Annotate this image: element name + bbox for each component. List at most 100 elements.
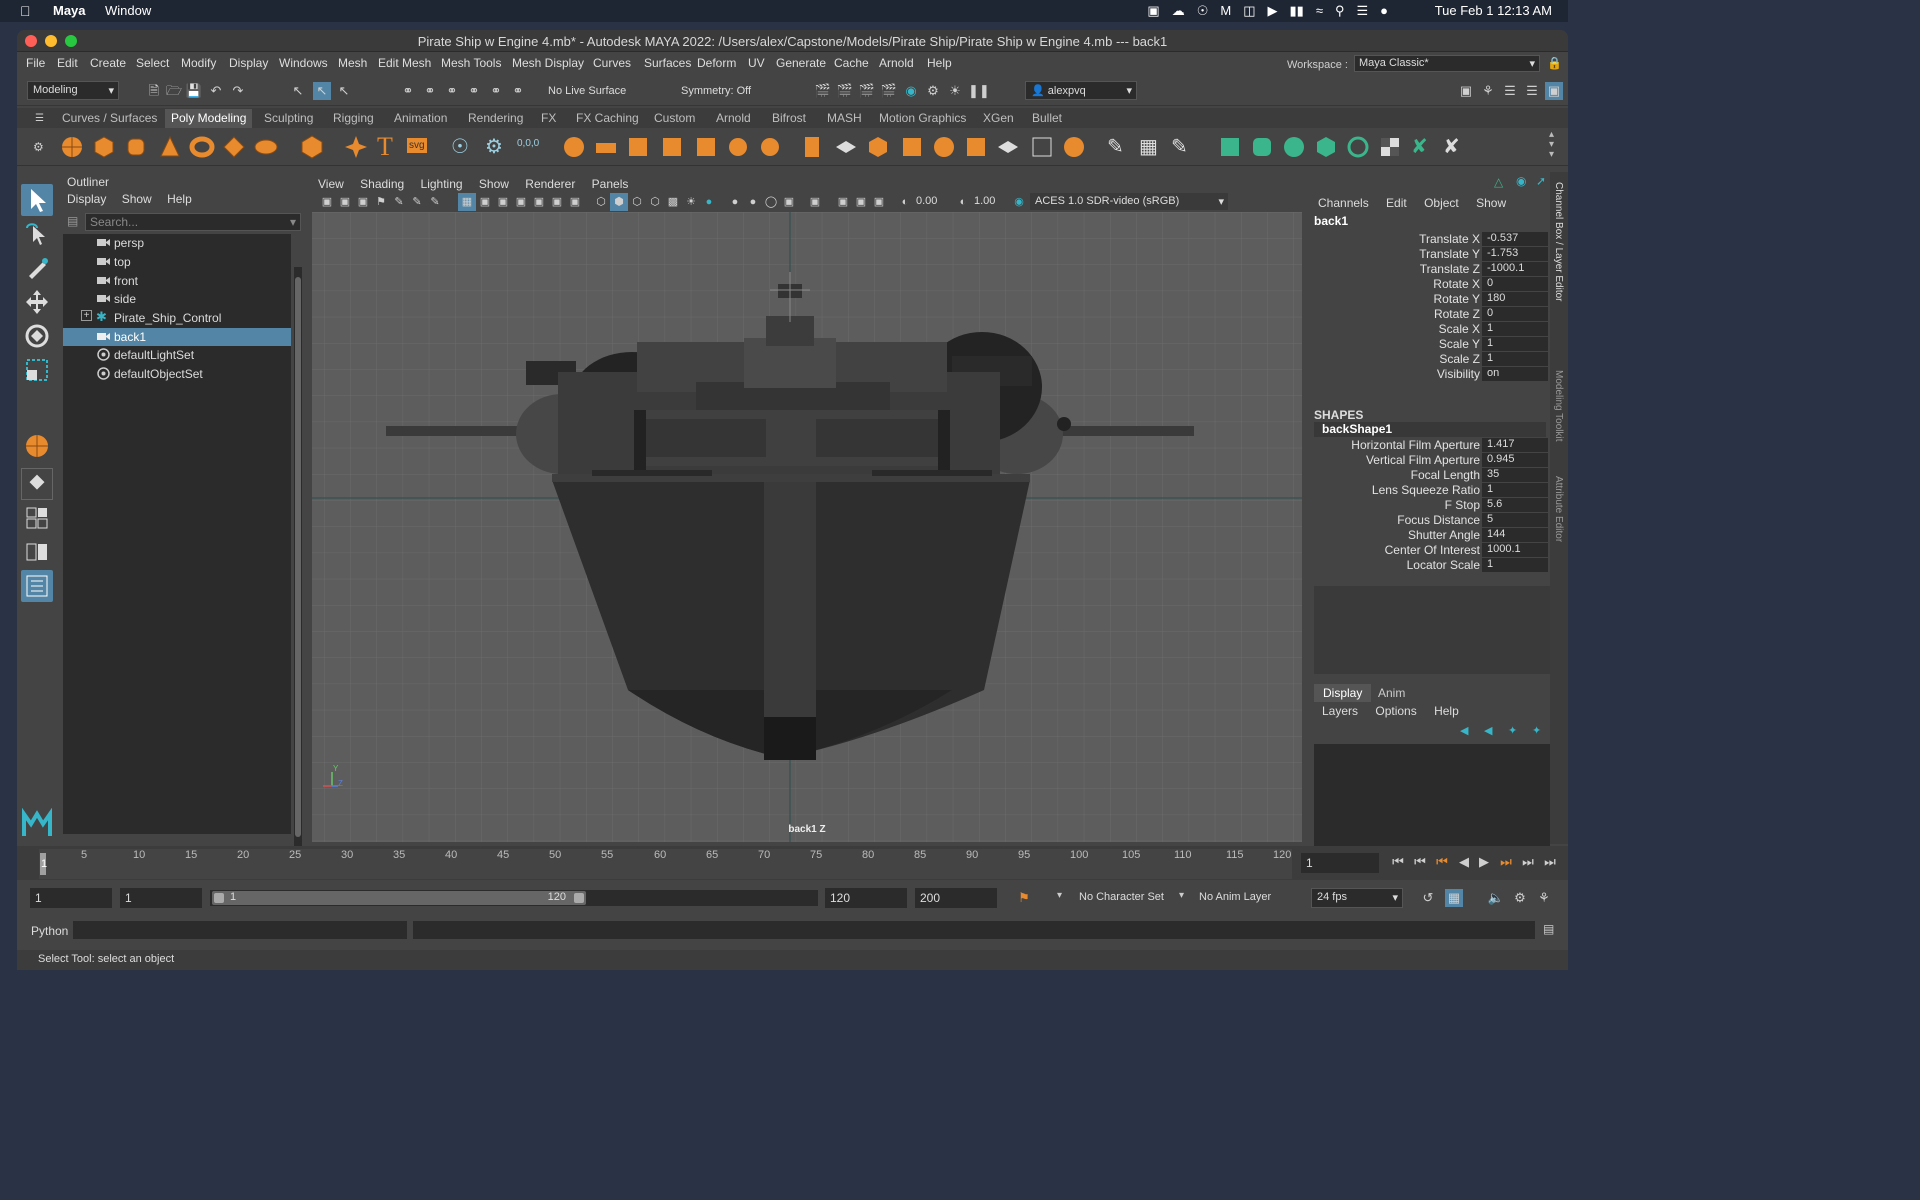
use-all-lights-icon[interactable]: ☀ [682,193,700,211]
step-forward-key-icon[interactable]: ⏭ [1519,853,1537,871]
select-tool-icon[interactable] [21,184,53,216]
attr-row-rotate-z[interactable]: Rotate Z0 [1310,307,1550,322]
extract-icon[interactable] [1061,134,1087,160]
select-component-icon[interactable]: ↖ [335,82,353,100]
outliner-item-pirate-ship-control[interactable]: + ✱ Pirate_Ship_Control [63,309,291,327]
pencil-icon[interactable]: ✎ [426,193,444,211]
uv-sew-icon[interactable]: ✘ [1443,134,1460,159]
script-editor-icon[interactable]: ▤ [1543,922,1554,936]
shape-attr-row[interactable]: Horizontal Film Aperture 1.417 [1310,438,1550,453]
character-icon[interactable]: ⚘ [1535,889,1553,907]
outliner-vertical-scrollbar[interactable] [294,267,302,849]
xray-joints-icon[interactable]: ▣ [834,193,852,211]
shape-attr-row[interactable]: Locator Scale 1 [1310,558,1550,573]
tab-mash[interactable]: MASH [827,111,862,125]
svg-icon[interactable]: svg [407,138,427,153]
move-layer-up-icon[interactable]: ◀ [1460,724,1468,737]
shape-attr-row[interactable]: Vertical Film Aperture 0.945 [1310,453,1550,468]
playback-end-field[interactable]: 120 [825,888,907,908]
sidebar-attribute-editor-icon[interactable]: ☰ [1501,82,1519,100]
outliner-item-default-light-set[interactable]: defaultLightSet [63,346,291,364]
channel-box-manipulator-icon[interactable]: △ [1494,175,1503,189]
snap-grid-icon[interactable]: ⚭ [399,82,417,100]
battery-icon[interactable]: ▮▮ [1290,3,1304,19]
tab-custom[interactable]: Custom [654,111,695,125]
shape-attr-row[interactable]: Lens Squeeze Ratio 1 [1310,483,1550,498]
sidebar-channel-box-icon[interactable]: ▣ [1545,82,1563,100]
ambient-occlusion-icon[interactable]: ● [726,193,744,211]
tab-sculpting[interactable]: Sculpting [264,111,313,125]
poly-torus-icon[interactable] [189,134,215,160]
attr-row-translate-y[interactable]: Translate Y -1.753 [1310,247,1550,262]
channel-box-object-name[interactable]: back1 [1314,214,1348,228]
menu-mesh[interactable]: Mesh [338,56,367,70]
exposure-icon[interactable]: ◐ [896,193,914,211]
smooth-shade-icon[interactable]: ⬢ [610,193,628,211]
select-object-icon[interactable]: ↖ [313,82,331,100]
play-backwards-icon[interactable]: ◀ [1455,853,1473,871]
shelf-scroll-icon[interactable]: ▴ ▾ ▾ [1549,130,1554,160]
shape-attr-row[interactable]: F Stop 5.6 [1310,498,1550,513]
field-chart-icon[interactable]: ▣ [530,193,548,211]
menu-mesh-display[interactable]: Mesh Display [512,56,584,70]
malwarebytes-icon[interactable]: M [1220,3,1231,19]
attr-row-rotate-x[interactable]: Rotate X0 [1310,277,1550,292]
attr-value[interactable]: 144 [1482,528,1548,542]
viewport-canvas[interactable]: Y Z back1 Z [312,212,1302,842]
menu-uv[interactable]: UV [748,56,765,70]
attr-value[interactable]: 0 [1482,307,1548,321]
globe-icon[interactable]: ☉ [1197,3,1209,19]
outliner-item-back1[interactable]: back1 [63,328,291,346]
siri-icon[interactable]: ● [1380,3,1388,19]
outliner-layout-icon[interactable] [21,570,53,602]
side-tab-channel-box[interactable]: Channel Box / Layer Editor [1553,182,1564,302]
film-gate-icon[interactable]: ▣ [476,193,494,211]
isolate-select-icon[interactable]: ▣ [806,193,824,211]
tab-fx[interactable]: FX [541,111,556,125]
menu-edit-mesh[interactable]: Edit Mesh [378,56,431,70]
side-tab-attribute-editor[interactable]: Attribute Editor [1553,476,1564,542]
range-slider-bar[interactable]: 1 120 [212,891,586,905]
super-shape-icon[interactable] [343,134,369,160]
clock[interactable]: Tue Feb 1 12:13 AM [1435,3,1552,18]
gamma-value[interactable]: 1.00 [974,195,1008,207]
menu-mesh-tools[interactable]: Mesh Tools [441,56,501,70]
shelf-settings-icon[interactable]: ⚙ [33,140,44,154]
move-tool-icon[interactable] [21,286,53,318]
control-center-icon[interactable]: ☰ [1356,3,1368,19]
shape-attr-row[interactable]: Focal Length 35 [1310,468,1550,483]
menu-display[interactable]: Display [229,56,268,70]
fill-hole-icon[interactable] [799,134,825,160]
render-icon[interactable]: 🎬 [814,82,832,100]
exposure-value[interactable]: 0.00 [916,195,950,207]
safe-title-icon[interactable]: ▣ [566,193,584,211]
shape-attr-row[interactable]: Focus Distance 5 [1310,513,1550,528]
workspace-select[interactable]: Maya Classic* ▾ [1354,55,1540,72]
menu-file[interactable]: File [26,56,45,70]
paint-select-tool-icon[interactable] [21,252,53,284]
shadows-icon[interactable]: ● [700,193,718,211]
attr-value[interactable]: 1.417 [1482,438,1548,452]
lasso-tool-icon[interactable] [21,218,53,250]
spotlight-search-icon[interactable]: ⚲ [1335,3,1345,19]
tab-fx-caching[interactable]: FX Caching [576,111,639,125]
select-hierarchy-icon[interactable]: ↖ [289,82,307,100]
attr-row-scale-z[interactable]: Scale Z1 [1310,352,1550,367]
rotate-tool-icon[interactable] [21,320,53,352]
last-used-tool-icon[interactable] [21,430,53,462]
time-slider-track[interactable]: 1 5 10 15 20 25 30 35 40 45 50 55 60 65 … [39,849,1292,879]
menu-select[interactable]: Select [136,56,169,70]
attr-row-rotate-y[interactable]: Rotate Y 180 [1310,292,1550,307]
attr-row-visibility[interactable]: Visibility on [1310,367,1550,382]
tab-bullet[interactable]: Bullet [1032,111,1062,125]
layer-menu-help[interactable]: Help [1434,704,1459,718]
uv-unfold-icon[interactable] [1345,134,1371,160]
uv-automatic-icon[interactable] [1313,134,1339,160]
channel-box-menu-channels[interactable]: Channels [1318,196,1369,210]
attr-value[interactable]: 1 [1482,322,1548,336]
viewport-menu-show[interactable]: Show [479,177,509,191]
menu-arnold[interactable]: Arnold [879,56,914,70]
arnold-render-icon[interactable]: ◉ [902,82,920,100]
extrude-icon[interactable] [561,134,587,160]
uv-cylindrical-icon[interactable] [1249,134,1275,160]
